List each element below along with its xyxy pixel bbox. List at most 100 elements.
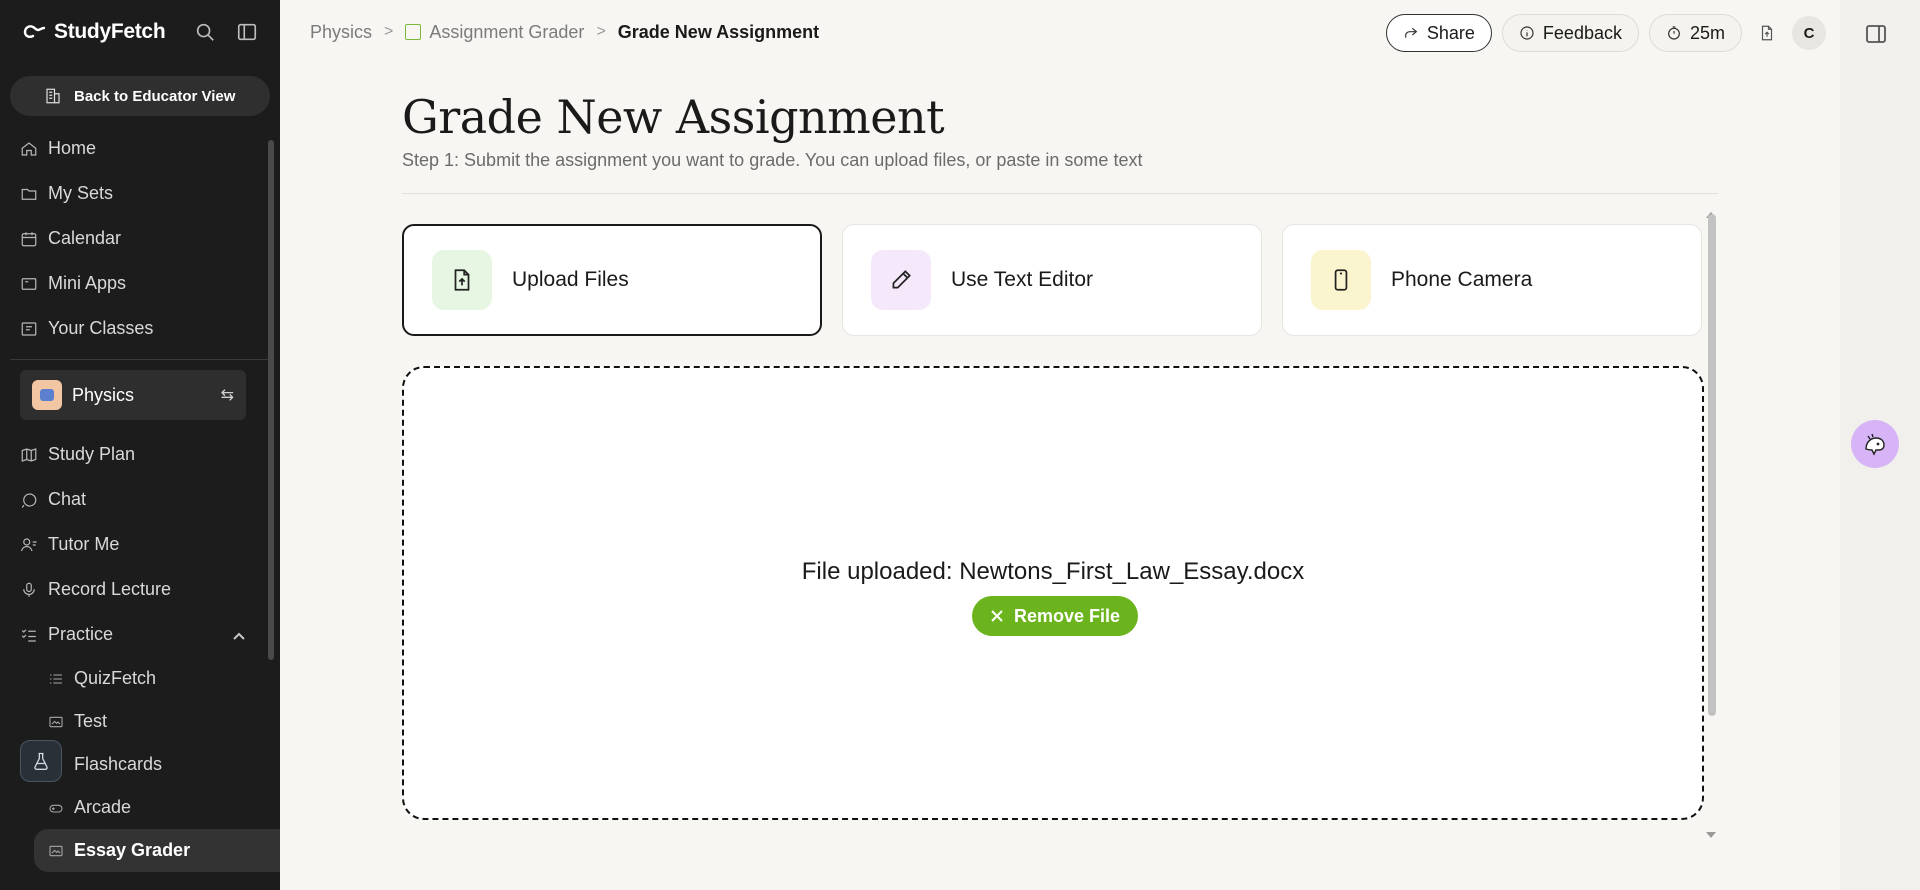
share-icon [1404,27,1418,38]
search-icon[interactable] [194,21,216,43]
back-label: Back to Educator View [74,87,236,105]
avatar[interactable]: C [1792,16,1826,50]
phone-icon [1311,250,1371,310]
sidebar-item-label: Mini Apps [48,273,127,293]
sidebar-item-label: Flashcards [74,754,163,774]
sidebar-item-label: Your Classes [48,318,154,338]
file-upload-button[interactable] [1752,18,1782,48]
swap-icon[interactable]: ⇆ [221,385,234,405]
classes-icon [21,321,37,336]
chevron-right-icon: > [384,23,394,40]
practice-icon [21,628,36,642]
breadcrumb-current: Grade New Assignment [617,21,820,42]
sidebar-item-my-sets[interactable]: My Sets [20,171,260,216]
sidebar-item-arcade[interactable]: Arcade [24,786,280,829]
sidebar-item-label: Study Plan [48,444,136,464]
sidebar-item-label: My Sets [48,183,114,203]
mascot-icon [1865,433,1885,456]
image-icon [49,716,63,727]
building-icon [46,88,60,104]
pencil-icon [871,250,931,310]
breadcrumb-parent-label: Assignment Grader [429,21,585,42]
sidebar-header: StudyFetch [0,0,280,64]
sidebar-item-flashcards[interactable]: Flashcards [24,743,280,786]
file-upload-icon [1761,25,1773,41]
folder-icon [21,188,37,200]
panel-toggle-icon[interactable] [1864,22,1888,46]
sidebar-item-label: Practice [48,624,114,644]
chevron-right-icon: > [596,23,606,40]
sidebar-item-label: Chat [48,489,87,509]
top-actions: Share Feedback 25m C [1385,14,1826,52]
image-icon [49,845,63,856]
upload-files-option[interactable]: Upload Files [402,224,822,336]
logo-icon [23,25,46,38]
flask-button[interactable] [20,740,62,782]
sidebar-item-label: Tutor Me [48,534,120,554]
image-icon [405,23,422,40]
app-name: StudyFetch [54,20,166,43]
scroll-down-icon[interactable] [1706,832,1716,838]
flask-icon [34,752,48,770]
gamepad-icon [49,804,63,813]
sidebar-item-label: Home [48,138,97,158]
share-button[interactable]: Share [1385,14,1492,52]
tutor-icon [20,537,37,551]
sidebar-item-study-plan[interactable]: Study Plan [20,432,260,477]
option-label: Use Text Editor [951,268,1094,291]
breadcrumb: Physics > Assignment Grader > Grade New … [310,22,819,43]
sidebar-scrollbar[interactable] [268,140,274,660]
class-switcher[interactable]: Physics ⇆ [20,370,246,420]
remove-file-label: Remove File [1014,605,1121,626]
sidebar-item-label: QuizFetch [74,668,157,688]
sidebar-item-label: Test [74,711,108,731]
main-scrollbar[interactable] [1708,214,1716,716]
phone-camera-option[interactable]: Phone Camera [1282,224,1702,336]
breadcrumb-parent[interactable]: Assignment Grader [405,22,584,43]
feedback-label: Feedback [1542,22,1622,43]
map-icon [21,447,37,462]
share-label: Share [1426,22,1475,43]
sidebar-item-chat[interactable]: Chat [20,477,260,522]
close-icon [991,610,1003,622]
main-content: Grade New Assignment Step 1: Submit the … [402,90,1718,820]
back-to-educator-button[interactable]: Back to Educator View [10,76,270,116]
home-icon [21,141,37,156]
sidebar-item-label: Calendar [48,228,122,248]
apps-icon [21,277,37,290]
logo[interactable]: StudyFetch [22,20,166,44]
file-drop-zone[interactable]: File uploaded: Newtons_First_Law_Essay.d… [402,366,1704,820]
sidebar-item-label: Essay Grader [74,840,191,860]
breadcrumb-root[interactable]: Physics [310,22,372,43]
submission-options: Upload Files Use Text Editor Phone Camer… [402,224,1704,336]
calendar-icon [21,231,37,246]
header-divider [402,193,1718,194]
upload-status: File uploaded: Newtons_First_Law_Essay.d… [801,558,1305,585]
sidebar-item-your-classes[interactable]: Your Classes [20,306,260,351]
sidebar-toggle-icon[interactable] [236,21,258,43]
sidebar-item-mini-apps[interactable]: Mini Apps [20,261,260,306]
sidebar-item-quizfetch[interactable]: QuizFetch [24,657,280,700]
sidebar-item-test[interactable]: Test [24,700,280,743]
sidebar-item-label: Arcade [74,797,132,817]
remove-file-button[interactable]: Remove File [972,596,1139,636]
sidebar-item-record-lecture[interactable]: Record Lecture [20,567,260,612]
sidebar-item-tutor-me[interactable]: Tutor Me [20,522,260,567]
class-name: Physics [72,384,135,405]
page-subtitle: Step 1: Submit the assignment you want t… [402,150,1143,170]
chevron-up-icon[interactable] [232,628,246,642]
sidebar-item-calendar[interactable]: Calendar [20,216,260,261]
sidebar-item-home[interactable]: Home [20,126,260,171]
option-label: Phone Camera [1391,268,1533,291]
assistant-mascot-button[interactable] [1851,420,1899,468]
list-icon [50,673,62,684]
feedback-button[interactable]: Feedback [1501,14,1639,52]
timer-icon [1668,26,1680,40]
timer-button[interactable]: 25m [1648,14,1742,52]
sidebar: StudyFetch Back to Educator View Home My… [0,0,280,890]
text-editor-option[interactable]: Use Text Editor [842,224,1262,336]
sidebar-item-practice[interactable]: Practice [20,612,260,657]
mic-icon [23,582,35,597]
sidebar-item-essay-grader[interactable]: Essay Grader [34,829,280,872]
class-icon [32,380,62,410]
